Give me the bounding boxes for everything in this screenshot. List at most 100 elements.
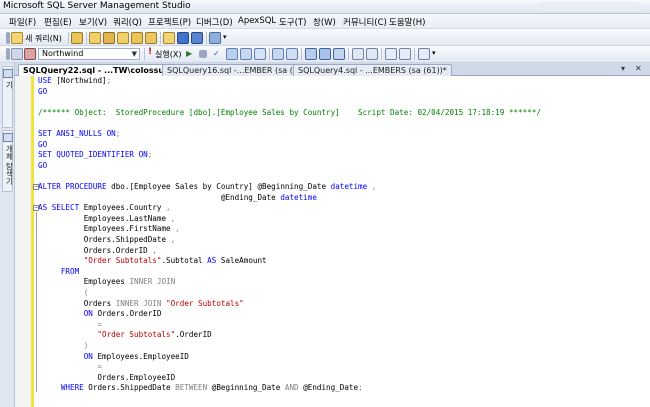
code-token: ON [38,309,98,319]
results-to-grid-icon[interactable] [319,48,331,60]
menu-view[interactable]: 보기(V) [79,16,107,28]
cancel-query-icon[interactable] [199,50,207,58]
menu-help[interactable]: 도움말(H) [389,16,425,28]
code-token: Orders [38,298,116,308]
toolbar-separator [414,48,415,60]
sql-editor[interactable]: USE [Northwind]; GO/****** Object: Stored… [15,76,650,407]
code-token: @Beginning_Date [211,383,285,393]
code-token: Orders.ShippedDate [88,383,176,393]
code-line: @Ending_Date datetime [38,193,317,203]
code-token: AS [207,256,221,266]
include-actual-plan-icon[interactable] [272,48,284,60]
menu-apexsql[interactable]: ApexSQL [238,16,276,26]
close-icon[interactable]: ✕ [635,64,642,73]
code-token: , [367,182,377,191]
object-explorer-tab[interactable]: 개체 탐색기 [2,130,14,192]
object-explorer-label: 개체 탐색기 [5,145,14,185]
editor-gutter [15,76,31,407]
dmx-query-icon[interactable] [131,32,143,44]
menu-edit[interactable]: 편집(E) [44,16,72,28]
menu-file[interactable]: 파일(F) [9,16,36,28]
code-line: WHERE Orders.ShippedDate BETWEEN @Beginn… [38,383,363,393]
toolbar-separator [301,48,302,60]
mdx-query-icon[interactable] [117,32,129,44]
menu-window[interactable]: 창(W) [313,16,336,28]
decrease-indent-icon[interactable] [385,48,397,60]
code-line: Employees.LastName , [38,214,175,224]
database-select[interactable]: Northwind ▼ [38,48,140,60]
new-query-icon[interactable] [11,32,23,44]
code-token: ( [38,288,89,297]
document-tab-strip: SQLQuery22.sql - ...TW\colossus (62))* S… [15,63,650,76]
save-icon[interactable] [177,32,189,44]
query-designer-icon[interactable] [240,48,252,60]
tab-sqlquery4[interactable]: SQLQuery4.sql - ...EMBERS (sa (61))* [293,64,452,76]
menu-query[interactable]: 쿼리(Q) [113,16,142,28]
code-token: ; [358,383,363,393]
debug-icon[interactable]: ▶ [186,49,192,58]
code-token: "Order Subtotals" [166,298,244,308]
xmla-query-icon[interactable] [145,32,157,44]
database-engine-query-icon[interactable] [89,32,101,44]
code-token: /****** Object: StoredProcedure [dbo].[E… [38,107,541,117]
open-file-icon[interactable] [71,32,83,44]
code-token: Orders.EmployeeID [38,372,176,382]
results-to-file-icon[interactable] [333,48,345,60]
intellisense-icon[interactable] [254,48,266,60]
solution-explorer-tab[interactable]: 솔루션 탐색기 [2,66,25,128]
menu-bar: 파일(F) 편집(E) 보기(V) 쿼리(Q) 프로젝트(P) 디버그(D) A… [0,14,650,29]
code-token: = [38,319,103,329]
specify-values-icon[interactable] [418,48,430,60]
menu-project[interactable]: 프로젝트(P) [148,16,191,28]
code-token: "Order Subtotals" [38,330,176,340]
connect-icon[interactable] [11,48,23,60]
dropdown-arrow-icon[interactable]: ▾ [223,33,227,41]
code-token: , [152,245,157,255]
tab-list-dropdown-icon[interactable]: ▾ [621,64,625,73]
title-bar-blur [540,2,640,11]
code-token: ; [106,76,112,85]
code-line: ON Orders.OrderID [38,309,162,319]
left-dock-strip: 솔루션 탐색기 개체 탐색기 [0,63,25,407]
fold-toggle-icon[interactable]: − [33,184,39,190]
menu-tools[interactable]: 도구(T) [279,16,306,28]
window-title: Microsoft SQL Server Management Studio [3,1,191,11]
results-to-text-icon[interactable] [305,48,317,60]
uncomment-lines-icon[interactable] [366,48,378,60]
change-connection-icon[interactable] [24,48,36,60]
increase-indent-icon[interactable] [399,48,411,60]
menu-community[interactable]: 커뮤니티(C) [343,16,387,28]
comment-lines-icon[interactable] [352,48,364,60]
toolbar-separator [68,32,69,44]
open-folder-icon[interactable] [163,32,175,44]
activity-monitor-icon[interactable] [209,32,221,44]
code-token: FROM [38,266,80,276]
code-line: = [38,362,102,372]
analysis-query-icon[interactable] [103,32,115,44]
code-line: Employees INNER JOIN [38,277,175,287]
toolbar-grip-icon [6,48,10,60]
execute-icon[interactable]: ! [148,47,152,57]
code-token: datetime [330,182,368,191]
code-token: GO [38,139,48,149]
menu-debug[interactable]: 디버그(D) [196,16,233,28]
display-plan-icon[interactable] [226,48,238,60]
execute-button[interactable]: 실행(X) [155,49,181,60]
code-token: dbo.[Employee Sales by Country] [111,182,258,191]
parse-icon[interactable]: ✓ [213,49,220,58]
code-token: ALTER PROCEDURE [38,182,112,191]
new-query-button[interactable]: 새 쿼리(N) [25,33,62,44]
code-token: @Beginning_Date [257,182,331,191]
code-token: "Order Subtotals" [38,256,162,266]
client-statistics-icon[interactable] [286,48,298,60]
save-all-icon[interactable] [191,32,203,44]
code-line: ) [38,341,89,351]
toolbar-separator [160,32,161,44]
fold-toggle-icon[interactable]: − [33,205,39,212]
code-token: @Ending_Date [38,192,281,202]
solution-explorer-icon [3,69,13,78]
code-token: USE [38,76,57,85]
fold-guide-line [35,212,37,393]
toolbar-separator [206,32,207,44]
dropdown-arrow-icon[interactable]: ▾ [432,49,436,57]
